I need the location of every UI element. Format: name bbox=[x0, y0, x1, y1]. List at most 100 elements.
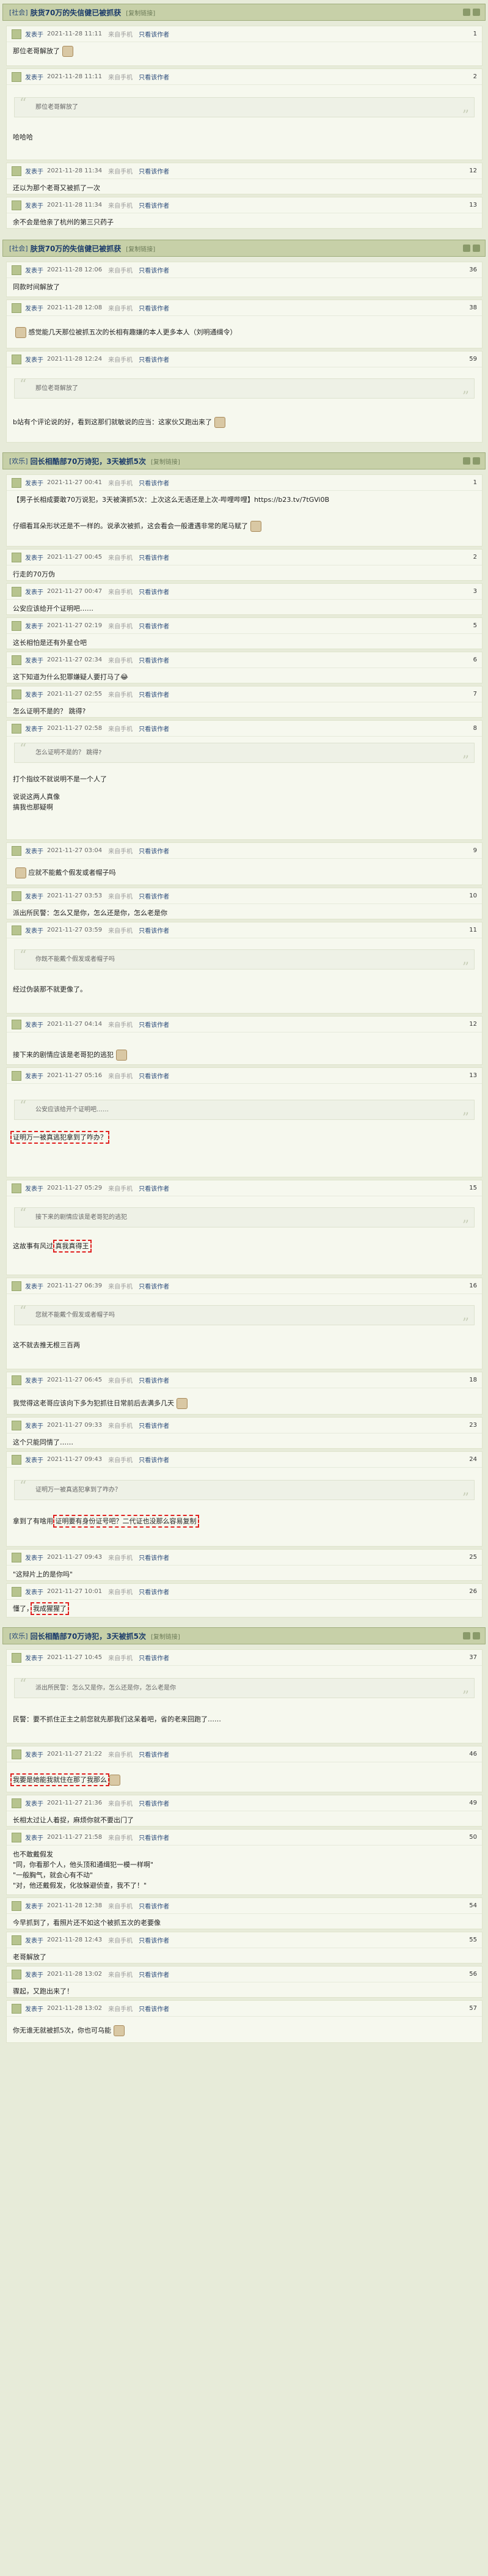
copy-link[interactable]: [复制链接] bbox=[151, 1632, 180, 1641]
avatar[interactable] bbox=[12, 586, 21, 597]
floor-number[interactable]: 6 bbox=[473, 657, 477, 663]
post-user[interactable]: 发表于 bbox=[25, 553, 43, 562]
post-user[interactable]: 发表于 bbox=[25, 201, 43, 210]
floor-number[interactable]: 26 bbox=[469, 1588, 477, 1595]
only-author-link[interactable]: 只看该作者 bbox=[139, 355, 169, 364]
avatar[interactable] bbox=[12, 845, 21, 856]
thread-title[interactable]: 肤货70万的失信健已被抓获 bbox=[31, 7, 122, 18]
floor-number[interactable]: 1 bbox=[473, 31, 477, 37]
floor-number[interactable]: 57 bbox=[469, 2005, 477, 2012]
only-author-link[interactable]: 只看该作者 bbox=[139, 166, 169, 175]
post-user[interactable]: 发表于 bbox=[25, 846, 43, 855]
only-author-link[interactable]: 只看该作者 bbox=[139, 2004, 169, 2013]
only-author-link[interactable]: 只看该作者 bbox=[139, 891, 169, 900]
collapse-icon[interactable] bbox=[473, 457, 480, 465]
only-author-link[interactable]: 只看该作者 bbox=[139, 926, 169, 935]
thread-tag[interactable]: [社会] bbox=[9, 7, 28, 17]
floor-number[interactable]: 2 bbox=[473, 73, 477, 80]
only-author-link[interactable]: 只看该作者 bbox=[139, 1935, 169, 1945]
floor-number[interactable]: 49 bbox=[469, 1800, 477, 1806]
floor-number[interactable]: 56 bbox=[469, 1971, 477, 1978]
post-user[interactable]: 发表于 bbox=[25, 1071, 43, 1080]
floor-number[interactable]: 7 bbox=[473, 691, 477, 697]
post-user[interactable]: 发表于 bbox=[25, 926, 43, 935]
only-author-link[interactable]: 只看该作者 bbox=[139, 553, 169, 562]
post-user[interactable]: 发表于 bbox=[25, 1281, 43, 1290]
thread-tag[interactable]: [社会] bbox=[9, 243, 28, 253]
floor-number[interactable]: 15 bbox=[469, 1185, 477, 1191]
post-user[interactable]: 发表于 bbox=[25, 355, 43, 364]
post-user[interactable]: 发表于 bbox=[25, 891, 43, 900]
only-author-link[interactable]: 只看该作者 bbox=[139, 72, 169, 81]
avatar[interactable] bbox=[12, 477, 21, 488]
floor-number[interactable]: 9 bbox=[473, 847, 477, 854]
only-author-link[interactable]: 只看该作者 bbox=[139, 303, 169, 312]
print-icon[interactable] bbox=[463, 9, 470, 16]
avatar[interactable] bbox=[12, 1552, 21, 1562]
avatar[interactable] bbox=[12, 655, 21, 665]
avatar[interactable] bbox=[12, 1798, 21, 1808]
only-author-link[interactable]: 只看该作者 bbox=[139, 1375, 169, 1385]
copy-link[interactable]: [复制链接] bbox=[126, 244, 155, 253]
only-author-link[interactable]: 只看该作者 bbox=[139, 478, 169, 487]
thread-tag[interactable]: [欢乐] bbox=[9, 1631, 28, 1641]
only-author-link[interactable]: 只看该作者 bbox=[139, 265, 169, 274]
only-author-link[interactable]: 只看该作者 bbox=[139, 1653, 169, 1662]
avatar[interactable] bbox=[12, 1832, 21, 1842]
avatar[interactable] bbox=[12, 265, 21, 275]
floor-number[interactable]: 37 bbox=[469, 1654, 477, 1661]
floor-number[interactable]: 3 bbox=[473, 588, 477, 595]
floor-number[interactable]: 8 bbox=[473, 725, 477, 732]
post-user[interactable]: 发表于 bbox=[25, 724, 43, 733]
floor-number[interactable]: 16 bbox=[469, 1282, 477, 1289]
post-user[interactable]: 发表于 bbox=[25, 1653, 43, 1662]
only-author-link[interactable]: 只看该作者 bbox=[139, 201, 169, 210]
post-user[interactable]: 发表于 bbox=[25, 1935, 43, 1945]
only-author-link[interactable]: 只看该作者 bbox=[139, 1071, 169, 1080]
post-user[interactable]: 发表于 bbox=[25, 2004, 43, 2013]
floor-number[interactable]: 12 bbox=[469, 1021, 477, 1028]
avatar[interactable] bbox=[12, 689, 21, 699]
collapse-icon[interactable] bbox=[473, 245, 480, 252]
floor-number[interactable]: 5 bbox=[473, 622, 477, 629]
avatar[interactable] bbox=[12, 552, 21, 562]
only-author-link[interactable]: 只看该作者 bbox=[139, 1833, 169, 1842]
avatar[interactable] bbox=[12, 1586, 21, 1597]
avatar[interactable] bbox=[12, 1183, 21, 1193]
post-user[interactable]: 发表于 bbox=[25, 1421, 43, 1430]
post-user[interactable]: 发表于 bbox=[25, 72, 43, 81]
post-user[interactable]: 发表于 bbox=[25, 303, 43, 312]
avatar[interactable] bbox=[12, 925, 21, 935]
post-user[interactable]: 发表于 bbox=[25, 1970, 43, 1979]
collapse-icon[interactable] bbox=[473, 1632, 480, 1639]
only-author-link[interactable]: 只看该作者 bbox=[139, 29, 169, 39]
avatar[interactable] bbox=[12, 29, 21, 39]
floor-number[interactable]: 13 bbox=[469, 1072, 477, 1079]
floor-number[interactable]: 50 bbox=[469, 1834, 477, 1841]
post-user[interactable]: 发表于 bbox=[25, 265, 43, 274]
avatar[interactable] bbox=[12, 1901, 21, 1911]
thread-tag[interactable]: [欢乐] bbox=[9, 456, 28, 466]
floor-number[interactable]: 18 bbox=[469, 1377, 477, 1383]
only-author-link[interactable]: 只看该作者 bbox=[139, 587, 169, 596]
floor-number[interactable]: 59 bbox=[469, 356, 477, 362]
floor-number[interactable]: 55 bbox=[469, 1937, 477, 1943]
post-user[interactable]: 发表于 bbox=[25, 1183, 43, 1193]
print-icon[interactable] bbox=[463, 457, 470, 465]
floor-number[interactable]: 24 bbox=[469, 1456, 477, 1463]
floor-number[interactable]: 12 bbox=[469, 167, 477, 174]
copy-link[interactable]: [复制链接] bbox=[126, 8, 155, 17]
floor-number[interactable]: 2 bbox=[473, 554, 477, 561]
avatar[interactable] bbox=[12, 1935, 21, 1945]
only-author-link[interactable]: 只看该作者 bbox=[139, 690, 169, 699]
only-author-link[interactable]: 只看该作者 bbox=[139, 1553, 169, 1562]
post-user[interactable]: 发表于 bbox=[25, 1750, 43, 1759]
only-author-link[interactable]: 只看该作者 bbox=[139, 846, 169, 855]
post-user[interactable]: 发表于 bbox=[25, 587, 43, 596]
floor-number[interactable]: 46 bbox=[469, 1751, 477, 1757]
avatar[interactable] bbox=[12, 2003, 21, 2014]
print-icon[interactable] bbox=[463, 245, 470, 252]
thread-title[interactable]: 回长相酷部70万诗犯，3天被抓5次 bbox=[31, 456, 146, 466]
post-user[interactable]: 发表于 bbox=[25, 1020, 43, 1029]
post-user[interactable]: 发表于 bbox=[25, 621, 43, 630]
